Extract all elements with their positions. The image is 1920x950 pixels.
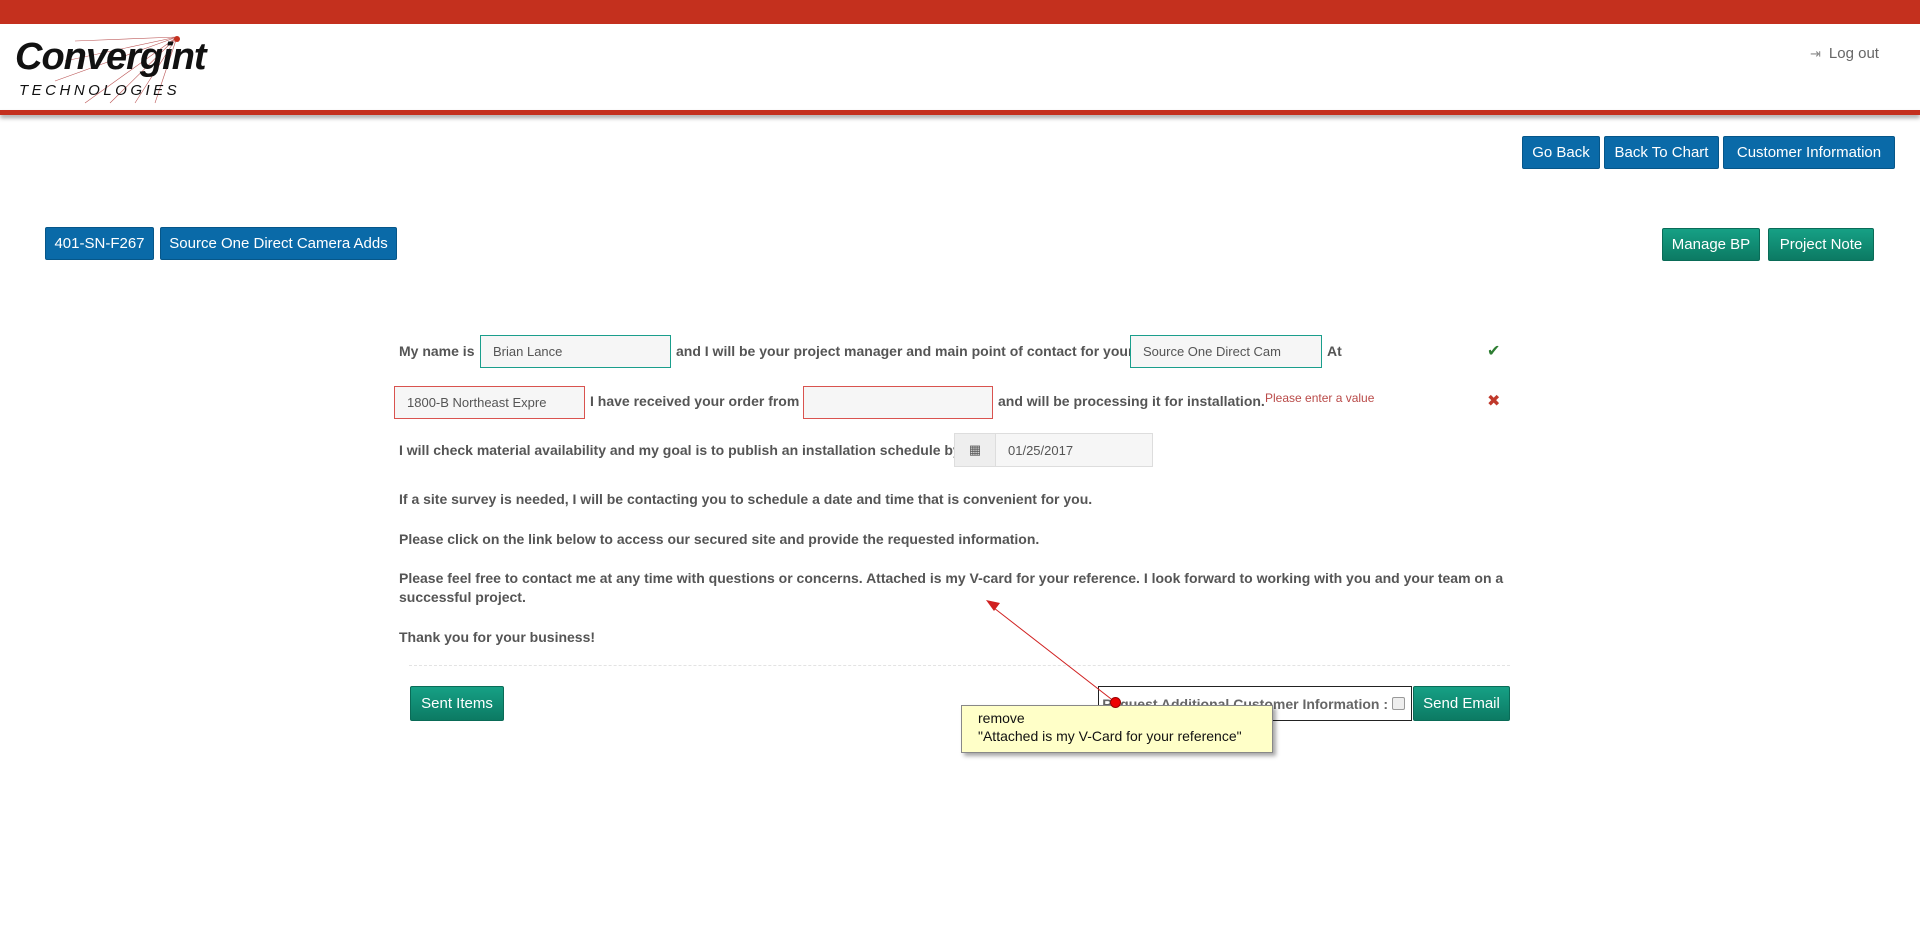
svg-text:Convergint: Convergint <box>15 36 208 78</box>
paragraph-site-survey: If a site survey is needed, I will be co… <box>399 491 1093 507</box>
label-schedule: I will check material availability and m… <box>399 442 961 458</box>
x-icon: ✖ <box>1487 393 1501 410</box>
paragraph-contact-cont: successful project. <box>399 589 526 605</box>
project-name-input[interactable]: Source One Direct Cam <box>1130 335 1322 368</box>
label-at: At <box>1327 343 1342 359</box>
divider <box>409 665 1510 666</box>
go-back-button[interactable]: Go Back <box>1522 136 1600 169</box>
request-info-checkbox[interactable] <box>1392 697 1405 710</box>
label-processing: and will be processing it for installati… <box>998 393 1265 409</box>
error-message: Please enter a value <box>1265 391 1375 405</box>
annotation-note: remove "Attached is my V-Card for your r… <box>961 705 1273 753</box>
header-divider <box>0 110 1920 115</box>
sign-out-icon: ⇥ <box>1810 45 1821 61</box>
calendar-icon[interactable]: ▦ <box>955 434 996 466</box>
annotation-dot <box>1110 697 1121 708</box>
project-name-button[interactable]: Source One Direct Camera Adds <box>160 227 397 260</box>
convergint-logo: Convergint TECHNOLOGIES <box>15 36 209 104</box>
customer-information-button[interactable]: Customer Information <box>1723 136 1895 169</box>
paragraph-thanks: Thank you for your business! <box>399 629 596 645</box>
label-my-name: My name is <box>399 343 475 359</box>
manager-name-input[interactable]: Brian Lance <box>480 335 671 368</box>
order-from-input[interactable] <box>803 386 993 419</box>
label-contact: and I will be your project manager and m… <box>676 343 1134 359</box>
paragraph-contact: Please feel free to contact me at any ti… <box>399 570 1504 586</box>
header <box>0 24 1920 110</box>
schedule-date-input[interactable]: 01/25/2017 <box>996 434 1152 466</box>
back-to-chart-button[interactable]: Back To Chart <box>1604 136 1719 169</box>
logout-link[interactable]: ⇥ Log out <box>1810 45 1879 62</box>
manage-bp-button[interactable]: Manage BP <box>1662 228 1760 261</box>
paragraph-link: Please click on the link below to access… <box>399 531 1040 547</box>
check-icon: ✔ <box>1487 343 1501 360</box>
sent-items-button[interactable]: Sent Items <box>410 686 504 721</box>
schedule-date-picker[interactable]: ▦ 01/25/2017 <box>954 433 1153 467</box>
svg-text:TECHNOLOGIES: TECHNOLOGIES <box>19 82 180 99</box>
send-email-button[interactable]: Send Email <box>1413 686 1510 721</box>
address-input[interactable]: 1800-B Northeast Expre <box>394 386 585 419</box>
project-note-button[interactable]: Project Note <box>1768 228 1874 261</box>
top-bar <box>0 0 1920 24</box>
project-id-button[interactable]: 401-SN-F267 <box>45 227 154 260</box>
label-order-from: I have received your order from <box>590 393 800 409</box>
